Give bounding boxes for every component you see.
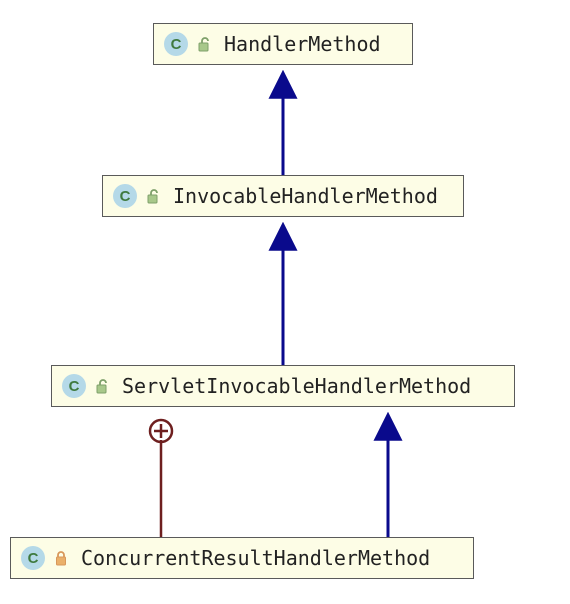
class-icon: C — [113, 184, 137, 208]
connectors — [0, 0, 570, 604]
unlock-icon — [94, 378, 110, 394]
class-label: ServletInvocableHandlerMethod — [122, 374, 471, 398]
class-node-invocable-handler-method[interactable]: C InvocableHandlerMethod — [102, 175, 464, 217]
class-icon: C — [21, 546, 45, 570]
class-label: ConcurrentResultHandlerMethod — [81, 546, 430, 570]
lock-icon — [53, 550, 69, 566]
class-icon: C — [164, 32, 188, 56]
unlock-icon — [145, 188, 161, 204]
class-label: HandlerMethod — [224, 32, 381, 56]
class-label: InvocableHandlerMethod — [173, 184, 438, 208]
class-node-servlet-invocable-handler-method[interactable]: C ServletInvocableHandlerMethod — [51, 365, 515, 407]
unlock-icon — [196, 36, 212, 52]
class-node-handler-method[interactable]: C HandlerMethod — [153, 23, 413, 65]
class-icon: C — [62, 374, 86, 398]
class-node-concurrent-result-handler-method[interactable]: C ConcurrentResultHandlerMethod — [10, 537, 474, 579]
